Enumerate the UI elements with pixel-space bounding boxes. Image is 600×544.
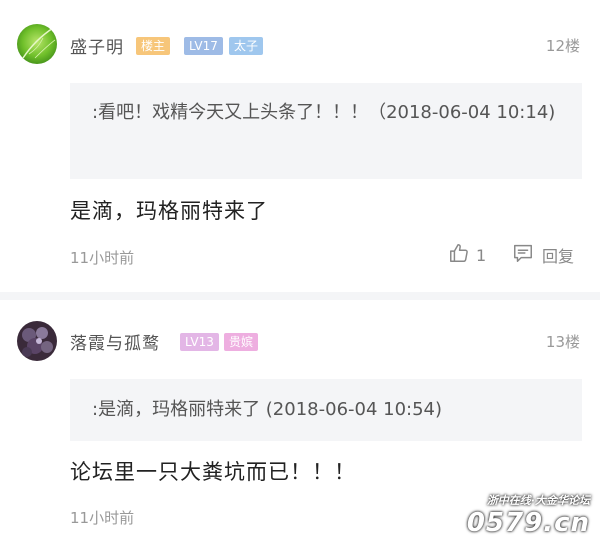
watermark-site-name: 浙中在线·大金华论坛: [486, 494, 590, 507]
badge-title: 贵嫔: [224, 333, 259, 351]
comment-icon: [512, 242, 534, 268]
badge-title: 太子: [229, 37, 264, 55]
reply-label: 回复: [542, 247, 575, 266]
reply-button[interactable]: 回复: [512, 242, 574, 268]
floor-number: 13楼: [545, 333, 580, 351]
quoted-reply[interactable]: :是滴，玛格丽特来了 (2018-06-04 10:54): [70, 379, 582, 441]
badge-louzhu: 楼主: [136, 37, 171, 55]
badge-level: LV17: [184, 37, 223, 55]
site-watermark: 浙中在线·大金华论坛 0579.cn: [467, 492, 590, 538]
floor-number: 12楼: [545, 37, 580, 55]
post-time: 11小时前: [70, 509, 135, 527]
username[interactable]: 落霞与孤鹜: [70, 329, 160, 354]
avatar[interactable]: [17, 321, 57, 361]
username[interactable]: 盛子明: [70, 33, 124, 58]
badge-level: LV13: [180, 333, 219, 351]
like-count: 1: [476, 245, 487, 265]
thumbs-up-icon: [448, 242, 470, 268]
post-item: 盛子明 楼主 LV17 太子 12楼 :看吧！戏精今天又上头条了！！！（2018…: [0, 0, 600, 292]
watermark-domain: 0579.cn: [466, 508, 590, 538]
post-time: 11小时前: [70, 249, 135, 267]
post-divider: [0, 292, 600, 300]
post-content: 论坛里一只大粪坑而已！！！: [70, 460, 356, 484]
quoted-reply[interactable]: :看吧！戏精今天又上头条了！！！（2018-06-04 10:14): [70, 83, 582, 179]
like-button[interactable]: 1: [448, 242, 486, 268]
post-content: 是滴，玛格丽特来了: [70, 199, 268, 223]
avatar[interactable]: [17, 24, 57, 64]
